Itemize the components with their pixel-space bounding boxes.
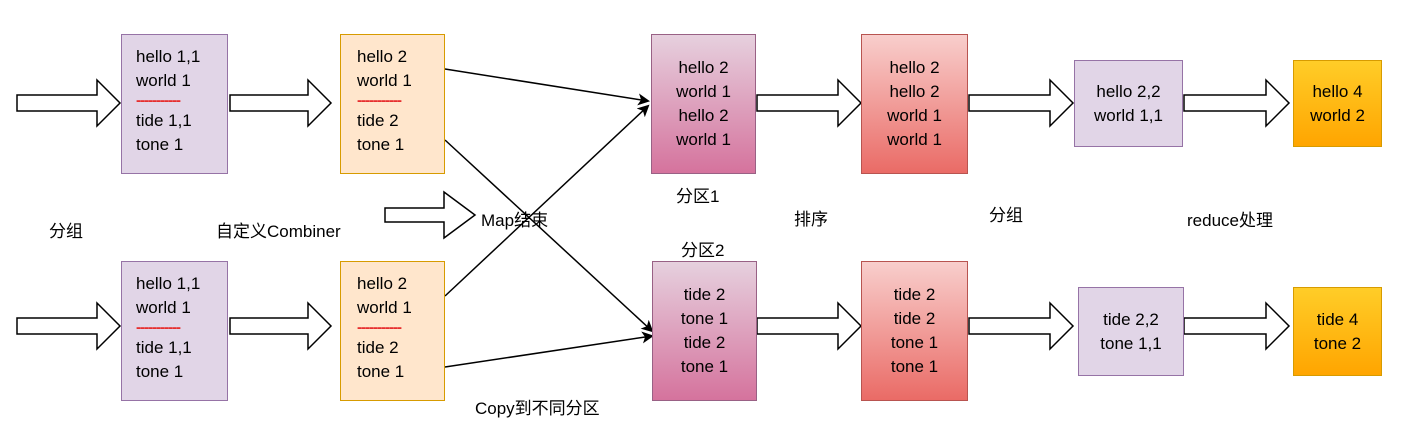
- map-output-line: tone 1: [136, 135, 184, 154]
- reduce-line: hello 4: [1312, 81, 1363, 101]
- combiner-output-line: tide 2: [357, 111, 399, 130]
- block-arrow-reduce-2: [1183, 301, 1291, 351]
- sorted-line: hello 2: [889, 58, 940, 77]
- partition-line: tide 2: [683, 285, 726, 304]
- map-output-line: tide 1,1: [136, 338, 192, 357]
- partition-line: hello 2: [678, 58, 729, 77]
- partition-separator: -----------: [357, 319, 402, 336]
- stage-label-reduce: reduce处理: [1187, 211, 1273, 230]
- block-arrow-group-1: [968, 78, 1075, 128]
- shuffle-line-2-to-p1: [444, 104, 650, 297]
- map-output-box-1: hello 1,1 world 1 ----------- tide 1,1 t…: [121, 34, 228, 174]
- block-arrow-reduce-1: [1183, 78, 1291, 128]
- combiner-output-line: tone 1: [357, 135, 405, 154]
- sorted-line: tone 1: [890, 333, 939, 352]
- map-output-box-2: hello 1,1 world 1 ----------- tide 1,1 t…: [121, 261, 228, 401]
- block-arrow-map-end: [384, 190, 477, 240]
- combiner-output-box-1: hello 2 world 1 ----------- tide 2 tone …: [340, 34, 445, 174]
- diagram-canvas: hello 1,1 world 1 ----------- tide 1,1 t…: [0, 0, 1408, 446]
- partition-line: world 1: [676, 130, 731, 149]
- map-output-line: world 1: [136, 71, 191, 90]
- combiner-output-line: hello 2: [357, 47, 408, 66]
- block-arrow-combiner-2: [229, 301, 333, 351]
- sorted-line: tide 2: [893, 309, 936, 328]
- block-arrow-sort-1: [756, 78, 863, 128]
- partition-1-label: 分区1: [676, 187, 720, 206]
- stage-label-sort: 排序: [794, 210, 828, 229]
- sorted-line: world 1: [887, 106, 942, 125]
- grouped-line: tone 1,1: [1100, 333, 1162, 353]
- grouped-box-2: tide 2,2 tone 1,1: [1078, 287, 1184, 376]
- stage-label-copy: Copy到不同分区: [475, 399, 600, 418]
- combiner-output-line: world 1: [357, 298, 412, 317]
- partition-line: tide 2: [683, 333, 726, 352]
- grouped-line: hello 2,2: [1096, 81, 1161, 101]
- block-arrow-input-2: [16, 301, 122, 351]
- grouped-box-1: hello 2,2 world 1,1: [1074, 60, 1183, 147]
- map-output-line: tone 1: [136, 362, 184, 381]
- combiner-output-line: hello 2: [357, 274, 408, 293]
- partition-line: tone 1: [680, 357, 729, 376]
- partition-line: hello 2: [678, 106, 729, 125]
- combiner-output-line: tide 2: [357, 338, 399, 357]
- reduce-output-box-2: tide 4 tone 2: [1293, 287, 1382, 376]
- stage-label-combiner: 自定义Combiner: [216, 222, 341, 241]
- grouped-line: world 1,1: [1094, 105, 1163, 125]
- shuffle-line-2-to-p2: [444, 331, 654, 368]
- map-output-line: hello 1,1: [136, 47, 201, 66]
- partition-line: world 1: [676, 82, 731, 101]
- partition-separator: -----------: [136, 92, 181, 109]
- grouped-line: tide 2,2: [1103, 309, 1159, 329]
- combiner-output-line: world 1: [357, 71, 412, 90]
- partition-line: tone 1: [680, 309, 729, 328]
- map-output-line: tide 1,1: [136, 111, 192, 130]
- sorted-line: tide 2: [893, 285, 936, 304]
- sorted-line: hello 2: [889, 82, 940, 101]
- stage-label-group-2: 分组: [989, 206, 1023, 225]
- block-arrow-group-2: [968, 301, 1075, 351]
- partition-2-label: 分区2: [681, 241, 725, 260]
- map-output-line: world 1: [136, 298, 191, 317]
- shuffle-line-1-to-p2: [444, 139, 654, 333]
- stage-label-map-end: Map结束: [481, 211, 549, 230]
- sorted-line: tone 1: [890, 357, 939, 376]
- stage-label-group: 分组: [49, 222, 83, 241]
- reduce-line: tide 4: [1316, 309, 1359, 329]
- map-output-line: hello 1,1: [136, 274, 201, 293]
- reduce-line: tone 2: [1313, 333, 1362, 353]
- sorted-line: world 1: [887, 130, 942, 149]
- sorted-box-2: tide 2 tide 2 tone 1 tone 1: [861, 261, 968, 401]
- shuffle-line-1-to-p1: [444, 68, 650, 106]
- block-arrow-combiner-1: [229, 78, 333, 128]
- partition-separator: -----------: [136, 319, 181, 336]
- block-arrow-input-1: [16, 78, 122, 128]
- reduce-line: world 2: [1310, 105, 1365, 125]
- reduce-output-box-1: hello 4 world 2: [1293, 60, 1382, 147]
- partition-separator: -----------: [357, 92, 402, 109]
- block-arrow-sort-2: [756, 301, 863, 351]
- combiner-output-line: tone 1: [357, 362, 405, 381]
- partition-2-box: tide 2 tone 1 tide 2 tone 1: [652, 261, 757, 401]
- sorted-box-1: hello 2 hello 2 world 1 world 1: [861, 34, 968, 174]
- combiner-output-box-2: hello 2 world 1 ----------- tide 2 tone …: [340, 261, 445, 401]
- partition-1-box: hello 2 world 1 hello 2 world 1: [651, 34, 756, 174]
